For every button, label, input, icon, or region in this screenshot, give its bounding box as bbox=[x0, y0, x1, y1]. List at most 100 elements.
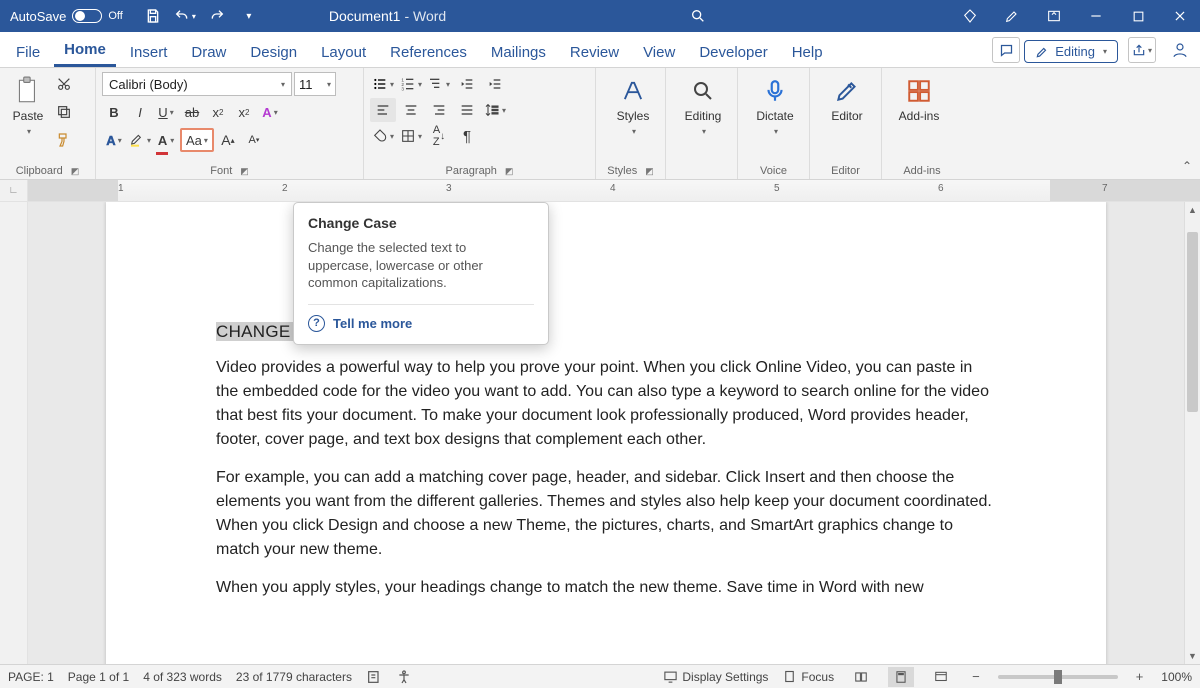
shrink-font-icon[interactable]: A▾ bbox=[242, 128, 266, 152]
read-mode-icon[interactable] bbox=[848, 667, 874, 687]
font-launcher-icon[interactable]: ◩ bbox=[240, 166, 249, 177]
undo-icon[interactable]: ▾ bbox=[171, 2, 199, 30]
paragraph-launcher-icon[interactable]: ◩ bbox=[505, 166, 514, 177]
doc-paragraph[interactable]: Video provides a powerful way to help yo… bbox=[216, 356, 996, 452]
strikethrough-icon[interactable]: ab bbox=[180, 100, 204, 124]
collapse-ribbon-icon[interactable]: ⌃ bbox=[1182, 159, 1192, 173]
sort-icon[interactable]: AZ↓ bbox=[426, 124, 452, 148]
editing-button[interactable]: Editing▾ bbox=[672, 72, 734, 141]
scroll-up-icon[interactable]: ▲ bbox=[1185, 202, 1200, 218]
zoom-in-button[interactable]: + bbox=[1132, 669, 1148, 684]
borders-icon[interactable]: ▾ bbox=[398, 124, 424, 148]
minimize-icon[interactable] bbox=[1076, 0, 1116, 32]
scrollbar-thumb[interactable] bbox=[1187, 232, 1198, 412]
tab-design[interactable]: Design bbox=[240, 38, 307, 67]
show-marks-icon[interactable]: ¶ bbox=[454, 124, 480, 148]
increase-indent-icon[interactable] bbox=[482, 72, 508, 96]
zoom-out-button[interactable]: − bbox=[968, 669, 984, 684]
tab-view[interactable]: View bbox=[633, 38, 685, 67]
tab-draw[interactable]: Draw bbox=[181, 38, 236, 67]
font-size-combo[interactable]: 11▾ bbox=[294, 72, 336, 96]
cut-icon[interactable] bbox=[52, 72, 76, 96]
tab-selector-icon[interactable]: ∟ bbox=[0, 180, 28, 201]
maximize-icon[interactable] bbox=[1118, 0, 1158, 32]
grow-font-icon[interactable]: A▴ bbox=[216, 128, 240, 152]
tab-insert[interactable]: Insert bbox=[120, 38, 178, 67]
status-accessibility-icon[interactable] bbox=[396, 669, 412, 685]
redo-icon[interactable] bbox=[203, 2, 231, 30]
print-layout-icon[interactable] bbox=[888, 667, 914, 687]
status-page[interactable]: PAGE: 1 bbox=[8, 670, 54, 684]
vertical-ruler[interactable] bbox=[0, 202, 28, 664]
highlight-icon[interactable]: ▾ bbox=[128, 128, 152, 152]
share-button[interactable]: ▾ bbox=[1128, 37, 1156, 63]
clipboard-launcher-icon[interactable]: ◩ bbox=[71, 166, 80, 177]
tab-references[interactable]: References bbox=[380, 38, 477, 67]
format-painter-icon[interactable] bbox=[52, 128, 76, 152]
tab-file[interactable]: File bbox=[6, 38, 50, 67]
editing-mode-button[interactable]: Editing▾ bbox=[1024, 40, 1118, 63]
multilevel-icon[interactable]: ▾ bbox=[426, 72, 452, 96]
tab-developer[interactable]: Developer bbox=[689, 38, 777, 67]
shading-icon[interactable]: ▾ bbox=[370, 124, 396, 148]
change-case-button[interactable]: Aa▾ bbox=[180, 128, 214, 152]
account-icon[interactable] bbox=[1166, 37, 1194, 63]
justify-icon[interactable] bbox=[454, 98, 480, 122]
status-page-of[interactable]: Page 1 of 1 bbox=[68, 670, 129, 684]
tab-layout[interactable]: Layout bbox=[311, 38, 376, 67]
align-left-icon[interactable] bbox=[370, 98, 396, 122]
document-page[interactable]: CHANGE TO SENTENCE CASE Video provides a… bbox=[106, 202, 1106, 664]
draw-pen-icon[interactable] bbox=[992, 0, 1032, 32]
document-viewport[interactable]: Change Case Change the selected text to … bbox=[28, 202, 1184, 664]
status-words[interactable]: 4 of 323 words bbox=[143, 670, 222, 684]
bullets-icon[interactable]: ▾ bbox=[370, 72, 396, 96]
diamond-icon[interactable] bbox=[950, 0, 990, 32]
horizontal-ruler[interactable]: ∟ 1 2 3 4 5 6 7 bbox=[0, 180, 1200, 202]
doc-paragraph[interactable]: For example, you can add a matching cove… bbox=[216, 466, 996, 562]
font-name-combo[interactable]: Calibri (Body)▾ bbox=[102, 72, 292, 96]
save-icon[interactable] bbox=[139, 2, 167, 30]
tab-home[interactable]: Home bbox=[54, 35, 116, 67]
italic-icon[interactable]: I bbox=[128, 100, 152, 124]
tab-help[interactable]: Help bbox=[782, 38, 833, 67]
align-center-icon[interactable] bbox=[398, 98, 424, 122]
status-chars[interactable]: 23 of 1779 characters bbox=[236, 670, 352, 684]
tab-review[interactable]: Review bbox=[560, 38, 629, 67]
styles-button[interactable]: Styles▾ bbox=[602, 72, 664, 141]
text-outline-icon[interactable]: A▾ bbox=[102, 128, 126, 152]
line-spacing-icon[interactable]: ▾ bbox=[482, 98, 508, 122]
paste-button[interactable]: Paste▾ bbox=[6, 72, 50, 141]
align-right-icon[interactable] bbox=[426, 98, 452, 122]
text-effects-icon[interactable]: A▾ bbox=[258, 100, 282, 124]
search-icon[interactable] bbox=[684, 2, 712, 30]
copy-icon[interactable] bbox=[52, 100, 76, 124]
underline-icon[interactable]: U▾ bbox=[154, 100, 178, 124]
web-layout-icon[interactable] bbox=[928, 667, 954, 687]
subscript-icon[interactable]: x2 bbox=[206, 100, 230, 124]
styles-launcher-icon[interactable]: ◩ bbox=[645, 166, 654, 177]
doc-paragraph[interactable]: When you apply styles, your headings cha… bbox=[216, 576, 996, 600]
font-color-icon[interactable]: A▾ bbox=[154, 128, 178, 152]
autosave-control[interactable]: AutoSave Off bbox=[0, 9, 133, 24]
tooltip-tell-me-more[interactable]: ? Tell me more bbox=[308, 315, 534, 332]
status-spellcheck-icon[interactable] bbox=[366, 669, 382, 685]
qat-dropdown-icon[interactable]: ▾ bbox=[235, 2, 263, 30]
display-settings-button[interactable]: Display Settings bbox=[663, 669, 768, 684]
scroll-down-icon[interactable]: ▼ bbox=[1185, 648, 1200, 664]
dictate-button[interactable]: Dictate▾ bbox=[744, 72, 806, 141]
autosave-toggle-icon[interactable] bbox=[72, 9, 102, 23]
zoom-level[interactable]: 100% bbox=[1161, 670, 1192, 684]
numbering-icon[interactable]: 123▾ bbox=[398, 72, 424, 96]
addins-button[interactable]: Add-ins bbox=[888, 72, 950, 127]
focus-button[interactable]: Focus bbox=[782, 669, 834, 684]
ribbon-display-icon[interactable] bbox=[1034, 0, 1074, 32]
vertical-scrollbar[interactable]: ▲ ▼ bbox=[1184, 202, 1200, 664]
decrease-indent-icon[interactable] bbox=[454, 72, 480, 96]
comments-button[interactable] bbox=[992, 37, 1020, 63]
bold-icon[interactable]: B bbox=[102, 100, 126, 124]
editor-button[interactable]: Editor bbox=[816, 72, 878, 127]
superscript-icon[interactable]: x2 bbox=[232, 100, 256, 124]
close-icon[interactable] bbox=[1160, 0, 1200, 32]
zoom-slider[interactable] bbox=[998, 675, 1118, 679]
tab-mailings[interactable]: Mailings bbox=[481, 38, 556, 67]
